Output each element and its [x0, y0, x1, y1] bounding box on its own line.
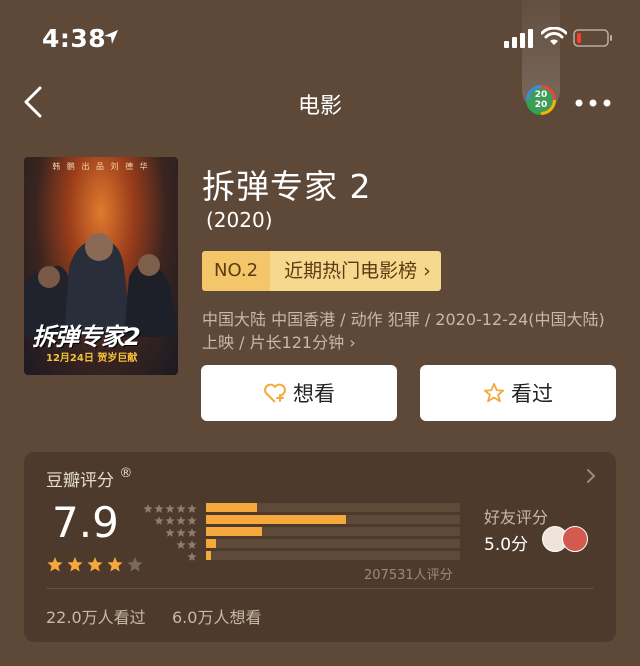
star-outline-icon	[483, 382, 505, 403]
movie-meta[interactable]: 中国大陆 中国香港 / 动作 犯罪 / 2020-12-24(中国大陆) 上映 …	[202, 308, 612, 354]
movie-year: (2020)	[206, 208, 273, 232]
mini-stars-icon	[143, 504, 197, 513]
chevron-right-icon[interactable]	[584, 466, 598, 486]
mini-star-icon	[165, 516, 175, 525]
rating-count: 207531人评分	[364, 568, 453, 583]
distribution-bar-track	[206, 527, 460, 536]
wifi-icon	[541, 27, 567, 45]
distribution-star-row	[144, 539, 200, 551]
mini-star-icon	[165, 504, 175, 513]
rank-chevron-icon: ›	[423, 260, 431, 282]
distribution-star-row	[144, 515, 200, 527]
seen-label: 看过	[511, 382, 553, 406]
friend-avatar[interactable]	[562, 526, 588, 552]
rating-score: 7.9	[52, 498, 119, 547]
mini-star-icon	[187, 504, 197, 513]
badge-line-2: 20	[534, 100, 548, 110]
mini-star-icon	[176, 504, 186, 513]
star-filled-icon	[87, 557, 103, 572]
rating-heading-text: 豆瓣评分	[46, 471, 114, 491]
rank-list-link: 近期热门电影榜 ›	[270, 251, 441, 291]
distribution-bar-track	[206, 503, 460, 512]
mini-stars-icon	[187, 552, 197, 561]
poster-top-text: 韩 鹏 出 品 刘 德 华	[52, 162, 150, 171]
mini-star-icon	[187, 540, 197, 549]
distribution-bar	[206, 539, 217, 548]
divider	[46, 588, 594, 589]
want-to-watch-button[interactable]: 想看	[201, 365, 397, 421]
status-bar: 4:38	[0, 0, 640, 110]
distribution-bar	[206, 527, 262, 536]
year-2020-badge[interactable]: 20 20	[526, 85, 556, 115]
distribution-bar-track	[206, 551, 460, 560]
mini-star-icon	[187, 516, 197, 525]
friend-rating-score: 5.0分	[484, 535, 529, 555]
rank-number: NO.2	[202, 251, 271, 291]
mini-star-icon	[165, 528, 175, 537]
watched-button[interactable]: 看过	[420, 365, 616, 421]
mini-star-icon	[187, 528, 197, 537]
heart-plus-icon	[264, 383, 286, 403]
battery-low-icon	[573, 29, 612, 47]
cellular-signal-icon	[504, 29, 533, 48]
mini-star-icon	[176, 528, 186, 537]
distribution-bar	[206, 515, 346, 524]
mini-stars-icon	[154, 516, 197, 525]
want-count: 6.0万人想看	[172, 608, 262, 627]
want-label: 想看	[293, 382, 335, 406]
location-arrow-icon	[104, 30, 118, 44]
mini-stars-icon	[176, 540, 197, 549]
distribution-star-labels	[143, 503, 200, 563]
poster-title-text: 拆弹专家2	[32, 323, 141, 351]
movie-meta-text: 中国大陆 中国香港 / 动作 犯罪 / 2020-12-24(中国大陆) 上映 …	[202, 310, 605, 352]
distribution-star-row	[144, 527, 200, 539]
star-filled-icon	[47, 557, 63, 572]
mini-stars-icon	[165, 528, 197, 537]
star-filled-icon	[67, 557, 83, 572]
mini-star-icon	[187, 552, 197, 561]
distribution-bar-track	[206, 539, 460, 548]
distribution-bar	[206, 551, 212, 560]
mini-star-icon	[143, 504, 153, 513]
star-empty-icon	[127, 557, 143, 572]
rank-list-label: 近期热门电影榜	[284, 260, 418, 282]
more-dots-icon[interactable]	[574, 98, 612, 108]
mini-star-icon	[176, 516, 186, 525]
status-time: 4:38	[42, 24, 107, 53]
rating-heading: 豆瓣评分 ®	[46, 466, 132, 491]
distribution-bar	[206, 503, 257, 512]
mini-star-icon	[154, 516, 164, 525]
movie-title: 拆弹专家 2	[202, 167, 372, 206]
distribution-star-row	[143, 503, 200, 515]
seen-count: 22.0万人看过	[46, 608, 146, 627]
movie-poster[interactable]: 韩 鹏 出 品 刘 德 华 拆弹专家2 12月24日 贺岁巨献	[24, 157, 178, 375]
badge-line-1: 20	[534, 90, 548, 100]
friend-rating-label: 好友评分	[484, 508, 549, 527]
mini-star-icon	[176, 540, 186, 549]
distribution-star-row	[144, 551, 200, 563]
registered-mark: ®	[119, 466, 133, 481]
poster-date-text: 12月24日 贺岁巨献	[46, 353, 138, 364]
distribution-bar-track	[206, 515, 460, 524]
rating-stars	[47, 557, 143, 572]
ranking-badge[interactable]: NO.2 近期热门电影榜 ›	[202, 251, 441, 291]
rating-card[interactable]: 豆瓣评分 ® 7.9 207531人评分 好友评分 5.0分 22.0万人看过 …	[24, 452, 616, 642]
mini-star-icon	[154, 504, 164, 513]
meta-chevron-icon: ›	[349, 333, 356, 352]
star-filled-icon	[107, 557, 123, 572]
rating-distribution	[206, 503, 460, 563]
year-badge-text: 20 20	[529, 88, 553, 112]
